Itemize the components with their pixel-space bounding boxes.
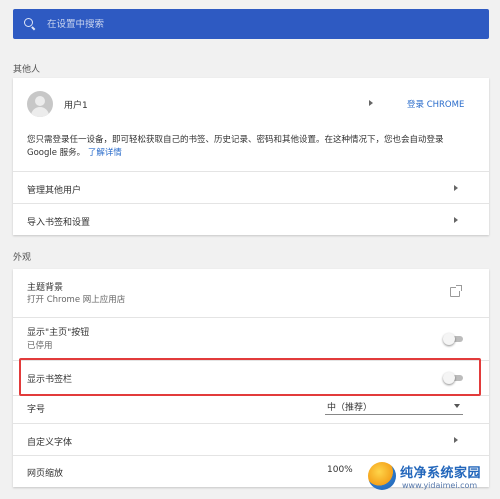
- chevron-down-icon: [454, 404, 460, 408]
- highlight-box: [19, 358, 481, 396]
- font-size-select[interactable]: 中（推荐）: [325, 397, 463, 415]
- learn-more-link[interactable]: 了解详情: [88, 148, 122, 158]
- external-link-icon[interactable]: [450, 285, 462, 297]
- chevron-right-icon: [454, 217, 458, 223]
- search-input[interactable]: [47, 18, 447, 30]
- avatar: [27, 91, 53, 117]
- people-section-title: 其他人: [13, 65, 41, 75]
- watermark-title: 纯净系统家园: [400, 466, 482, 481]
- sign-in-button[interactable]: 登录 CHROME: [407, 98, 464, 110]
- search-icon: [23, 17, 37, 31]
- watermark: 纯净系统家园 www.yidaimei.com: [368, 460, 498, 496]
- appearance-section-title: 外观: [13, 253, 32, 263]
- font-size-label: 字号: [27, 405, 46, 415]
- theme-row[interactable]: 主题背景 打开 Chrome 网上应用店: [13, 269, 489, 310]
- home-button-toggle[interactable]: [443, 333, 465, 345]
- page-zoom-select[interactable]: 100%: [327, 465, 353, 475]
- page-zoom-label: 网页缩放: [27, 469, 64, 479]
- user-row[interactable]: 用户1 登录 CHROME: [13, 78, 489, 128]
- manage-other-users-label: 管理其他用户: [27, 186, 82, 196]
- people-card: 用户1 登录 CHROME 您只需登录任一设备，即可轻松获取自己的书签、历史记录…: [13, 78, 489, 235]
- chevron-right-icon: [454, 437, 458, 443]
- custom-fonts-label: 自定义字体: [27, 438, 73, 448]
- home-button-row[interactable]: 显示"主页"按钮 已停用: [13, 317, 489, 359]
- top-bar: [0, 0, 500, 48]
- import-bookmarks-row[interactable]: 导入书签和设置: [13, 203, 489, 235]
- manage-other-users-row[interactable]: 管理其他用户: [13, 171, 489, 203]
- watermark-url: www.yidaimei.com: [402, 481, 478, 490]
- chevron-right-icon: [454, 185, 458, 191]
- settings-search-bar[interactable]: [13, 9, 489, 39]
- font-size-value: 中（推荐）: [327, 403, 373, 413]
- watermark-logo-icon: [368, 462, 396, 490]
- sign-in-description: 您只需登录任一设备，即可轻松获取自己的书签、历史记录、密码和其他设置。在这种情况…: [27, 134, 479, 160]
- theme-label: 主题背景: [27, 283, 64, 293]
- custom-fonts-row[interactable]: 自定义字体: [13, 423, 489, 455]
- chevron-right-icon[interactable]: [369, 100, 373, 106]
- sign-in-desc-text: 您只需登录任一设备，即可轻松获取自己的书签、历史记录、密码和其他设置。在这种情况…: [27, 135, 444, 145]
- theme-sub: 打开 Chrome 网上应用店: [27, 295, 126, 305]
- home-button-sub: 已停用: [27, 341, 53, 351]
- sign-in-desc-text-2: Google 服务。: [27, 148, 86, 158]
- user-name: 用户1: [64, 101, 88, 111]
- home-button-label: 显示"主页"按钮: [27, 328, 90, 338]
- import-bookmarks-label: 导入书签和设置: [27, 218, 91, 228]
